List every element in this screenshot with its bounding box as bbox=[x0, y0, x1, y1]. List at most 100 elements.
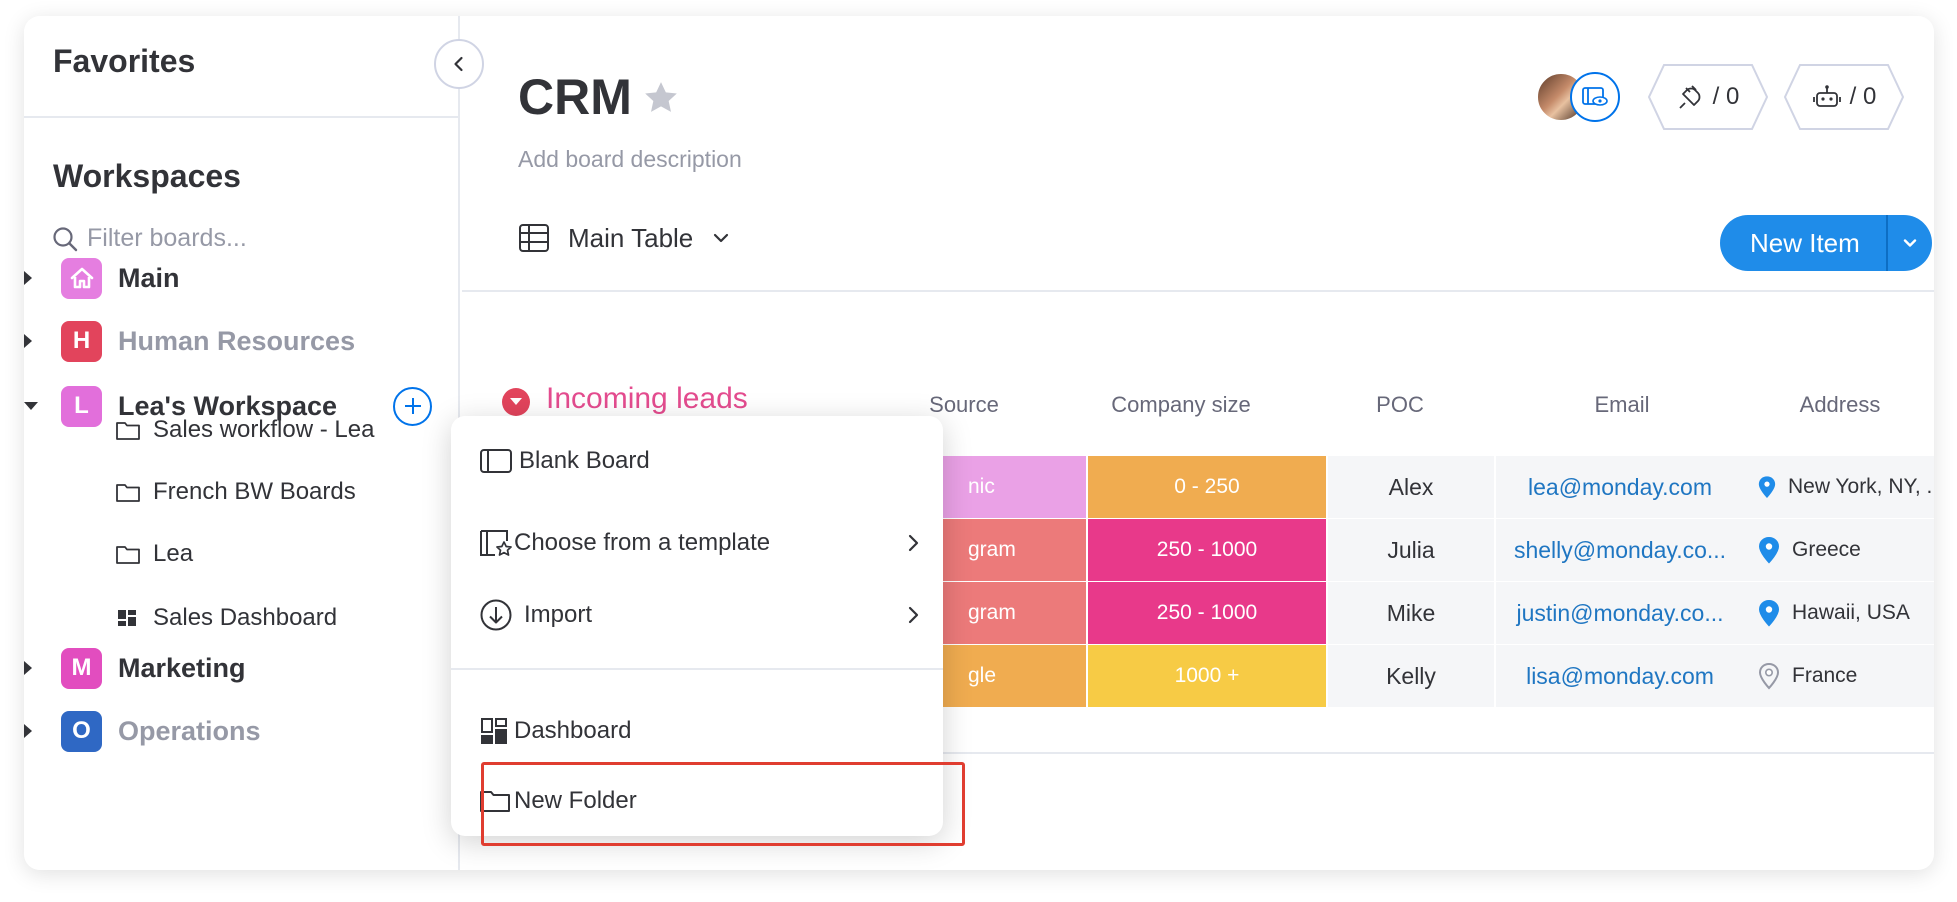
new-item-button[interactable]: New Item bbox=[1720, 215, 1886, 271]
filter-boards-field[interactable]: Filter boards... bbox=[51, 224, 247, 253]
company-size-cell[interactable]: 1000 + bbox=[1088, 645, 1326, 707]
expand-arrow-icon[interactable] bbox=[24, 271, 32, 285]
dashboard-icon bbox=[118, 610, 136, 626]
workspace-main[interactable]: Main bbox=[24, 256, 460, 300]
sidebar-folder-lea[interactable]: Lea bbox=[115, 536, 193, 572]
column-header-source[interactable]: Source bbox=[880, 392, 1048, 418]
home-icon bbox=[70, 267, 93, 289]
address-cell[interactable]: France bbox=[1744, 645, 1934, 707]
new-item-button-group: New Item bbox=[1720, 215, 1932, 271]
column-header-address[interactable]: Address bbox=[1746, 392, 1934, 418]
chevron-right-icon bbox=[908, 606, 919, 624]
add-to-workspace-button[interactable] bbox=[393, 386, 432, 426]
sidebar-folder-sales-workflow[interactable]: Sales workflow - Lea bbox=[115, 412, 374, 448]
email-cell[interactable]: lisa@monday.com bbox=[1496, 645, 1744, 707]
sidebar-folder-label: French BW Boards bbox=[153, 478, 356, 505]
company-size-cell[interactable]: 250 - 1000 bbox=[1088, 519, 1326, 581]
email-cell[interactable]: lea@monday.com bbox=[1496, 456, 1744, 518]
workspace-operations-badge: O bbox=[61, 710, 102, 752]
filter-boards-placeholder: Filter boards... bbox=[87, 224, 247, 252]
menu-label-template: Choose from a template bbox=[514, 529, 771, 556]
menu-item-blank-board[interactable]: Blank Board bbox=[451, 438, 943, 484]
favorites-title[interactable]: Favorites bbox=[53, 43, 195, 80]
address-text: France bbox=[1792, 664, 1858, 687]
new-folder-highlight-box bbox=[481, 762, 965, 846]
automations-button[interactable]: / 0 bbox=[1784, 64, 1904, 130]
sidebar: Favorites Workspaces Filter boards... Ma… bbox=[24, 16, 460, 870]
poc-cell[interactable]: Mike bbox=[1328, 582, 1494, 644]
email-cell[interactable]: shelly@monday.co... bbox=[1496, 519, 1744, 581]
workspace-operations[interactable]: O Operations bbox=[24, 709, 460, 753]
board-description[interactable]: Add board description bbox=[518, 146, 742, 173]
chevron-right-icon bbox=[908, 534, 919, 552]
poc-cell[interactable]: Julia bbox=[1328, 519, 1494, 581]
menu-item-dashboard[interactable]: Dashboard bbox=[451, 708, 943, 754]
location-pin-icon bbox=[1758, 476, 1776, 498]
workspace-main-badge bbox=[61, 257, 102, 299]
menu-label-import: Import bbox=[524, 601, 593, 628]
group-collapse-button[interactable] bbox=[502, 388, 530, 416]
workspace-main-label: Main bbox=[118, 262, 180, 293]
workspace-marketing[interactable]: M Marketing bbox=[24, 646, 460, 690]
sidebar-dashboard-label: Sales Dashboard bbox=[153, 604, 338, 631]
dashboard-icon bbox=[479, 716, 509, 746]
expand-arrow-icon[interactable] bbox=[24, 724, 32, 738]
view-selector-main-table[interactable]: Main Table bbox=[518, 222, 731, 254]
column-header-company-size[interactable]: Company size bbox=[1062, 392, 1300, 418]
address-text: New York, NY, ... bbox=[1787, 475, 1934, 498]
workspace-human-resources[interactable]: H Human Resources bbox=[24, 319, 460, 363]
table-icon bbox=[519, 224, 549, 252]
caret-down-icon bbox=[510, 398, 522, 405]
new-item-dropdown-button[interactable] bbox=[1885, 215, 1932, 271]
favorite-star-button[interactable] bbox=[641, 78, 681, 123]
location-pin-icon bbox=[1758, 662, 1780, 690]
chevron-down-icon bbox=[1903, 239, 1917, 247]
integrations-count: / 0 bbox=[1712, 83, 1740, 110]
chevron-left-icon bbox=[454, 56, 463, 72]
menu-label-dashboard: Dashboard bbox=[514, 717, 632, 744]
board-title[interactable]: CRM bbox=[518, 68, 632, 126]
template-star-icon bbox=[479, 527, 515, 559]
menu-divider bbox=[451, 668, 943, 670]
menu-item-choose-template[interactable]: Choose from a template bbox=[451, 518, 943, 568]
workspace-operations-label: Operations bbox=[118, 715, 261, 746]
board-subscribers-button[interactable] bbox=[1570, 72, 1620, 122]
poc-cell[interactable]: Kelly bbox=[1328, 645, 1494, 707]
workspace-marketing-badge: M bbox=[61, 647, 102, 689]
menu-item-import[interactable]: Import bbox=[451, 590, 943, 640]
address-cell[interactable]: Hawaii, USA bbox=[1744, 582, 1934, 644]
sidebar-folder-label: Lea bbox=[153, 540, 194, 567]
workspace-marketing-label: Marketing bbox=[118, 652, 246, 683]
eye-board-icon bbox=[1582, 87, 1608, 106]
address-text: Greece bbox=[1792, 538, 1861, 561]
collapse-arrow-icon[interactable] bbox=[24, 402, 38, 410]
group-title[interactable]: Incoming leads bbox=[546, 382, 748, 416]
expand-arrow-icon[interactable] bbox=[24, 334, 32, 348]
company-size-cell[interactable]: 250 - 1000 bbox=[1088, 582, 1326, 644]
column-header-email[interactable]: Email bbox=[1500, 392, 1744, 418]
address-text: Hawaii, USA bbox=[1792, 601, 1910, 624]
folder-icon bbox=[116, 422, 140, 440]
view-label: Main Table bbox=[568, 222, 694, 253]
chevron-down-icon[interactable] bbox=[711, 228, 731, 248]
sidebar-dashboard-sales[interactable]: Sales Dashboard bbox=[115, 600, 337, 636]
import-icon bbox=[479, 598, 513, 632]
address-cell[interactable]: Greece bbox=[1744, 519, 1934, 581]
workspace-hr-badge: H bbox=[61, 320, 102, 362]
search-icon bbox=[53, 226, 78, 251]
collapse-sidebar-button[interactable] bbox=[434, 39, 484, 89]
automations-count: / 0 bbox=[1849, 83, 1877, 110]
company-size-cell[interactable]: 0 - 250 bbox=[1088, 456, 1326, 518]
location-pin-icon bbox=[1758, 599, 1780, 627]
robot-icon bbox=[1812, 85, 1841, 107]
board-icon bbox=[479, 447, 513, 475]
poc-cell[interactable]: Alex bbox=[1328, 456, 1494, 518]
integrations-button[interactable]: / 0 bbox=[1648, 64, 1768, 130]
expand-arrow-icon[interactable] bbox=[24, 661, 32, 675]
column-header-poc[interactable]: POC bbox=[1302, 392, 1498, 418]
sidebar-folder-french-bw[interactable]: French BW Boards bbox=[115, 474, 356, 510]
email-cell[interactable]: justin@monday.co... bbox=[1496, 582, 1744, 644]
address-cell[interactable]: New York, NY, ... bbox=[1744, 456, 1934, 518]
folder-icon bbox=[116, 546, 140, 564]
app-window: Favorites Workspaces Filter boards... Ma… bbox=[24, 16, 1934, 870]
